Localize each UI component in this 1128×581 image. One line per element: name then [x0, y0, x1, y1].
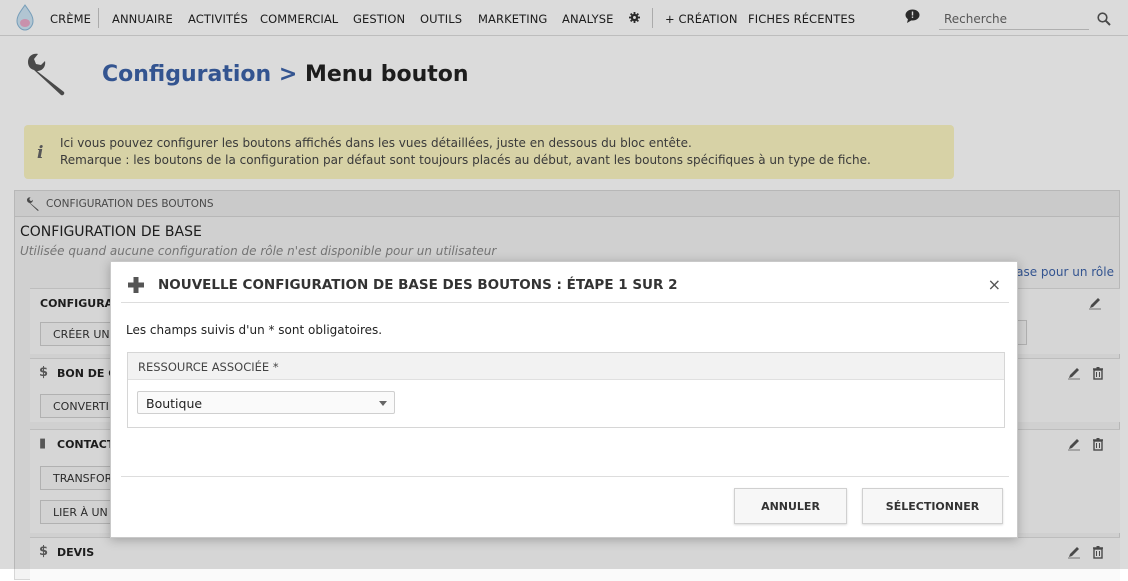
chevron-down-icon: [379, 401, 387, 406]
divider: [121, 302, 1009, 303]
associated-resource-field: Ressource associée * Boutique: [127, 352, 1005, 428]
close-icon[interactable]: ×: [988, 275, 1001, 294]
required-fields-note: Les champs suivis d'un * sont obligatoir…: [126, 323, 383, 337]
divider: [121, 476, 1009, 477]
select-value: Boutique: [146, 396, 203, 411]
dialog-title: Nouvelle configuration de base des bouto…: [158, 277, 678, 293]
new-button-config-dialog: Nouvelle configuration de base des bouto…: [110, 261, 1018, 538]
plus-icon: [128, 277, 144, 293]
select-button[interactable]: Sélectionner: [862, 488, 1003, 524]
field-label: Ressource associée *: [138, 360, 279, 374]
resource-select[interactable]: Boutique: [137, 391, 395, 414]
field-header: Ressource associée *: [128, 353, 1004, 380]
cancel-button[interactable]: Annuler: [734, 488, 847, 524]
